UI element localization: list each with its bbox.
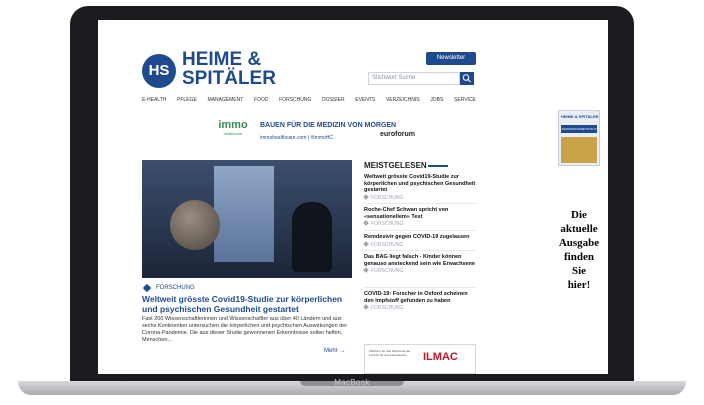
divider	[364, 230, 476, 231]
coronavirus-illustration	[170, 200, 220, 250]
tag-icon	[363, 304, 369, 310]
immo-logo: immo	[218, 119, 248, 131]
banner-ad-url: immohealthcare.com | #ImmoHC	[260, 135, 333, 141]
person-silhouette	[292, 202, 332, 272]
hero-image[interactable]	[142, 160, 352, 278]
nav-item-e-health[interactable]: E-HEALTH	[142, 97, 166, 107]
nav-item-management[interactable]: MANAGEMENT	[207, 97, 243, 107]
list-item-category-label: FORSCHUNG	[371, 305, 404, 311]
magazine-cover-image	[561, 137, 597, 163]
banner-ad-headline: BAUEN FÜR DIE MEDIZIN VON MORGEN	[260, 122, 397, 129]
list-item[interactable]: Weltweit grösste Covid19-Studie zur körp…	[363, 174, 476, 201]
side-ad-line: hier!	[567, 279, 591, 291]
list-item-category: FORSCHUNG	[363, 193, 476, 201]
article-excerpt: Fast 200 Wissenschaftlerinnen und Wissen…	[142, 316, 348, 343]
newsletter-button[interactable]: Newsletter	[426, 52, 476, 65]
search-button[interactable]	[460, 72, 474, 85]
immo-logo-sub: healthcare	[223, 131, 243, 136]
side-ad-line: Sie	[571, 265, 587, 277]
search-icon	[462, 74, 471, 83]
magazine-side-ad[interactable]: HEIME & SPITÄLER INNOVATIONSMOTOR IT Die…	[554, 104, 604, 340]
nav-item-events[interactable]: EVENTS	[355, 97, 375, 107]
list-item[interactable]: Remdesivir gegen COVID-19 zugelassen FOR…	[363, 234, 476, 248]
tag-icon	[363, 220, 369, 226]
list-item-title[interactable]: COVID-19: Forscher in Oxford scheinen de…	[364, 291, 476, 304]
list-item[interactable]: Das BAG liegt falsch - Kinder können gen…	[363, 254, 476, 274]
article-title[interactable]: Weltweit grösste Covid19-Studie zur körp…	[142, 294, 352, 314]
logo-line-2: SPITÄLER	[182, 68, 276, 89]
tag-icon	[142, 283, 152, 293]
main-navigation: E-HEALTH PFLEGE MANAGEMENT FOOD FORSCHUN…	[142, 97, 476, 107]
nav-item-service[interactable]: SERVICE	[454, 97, 476, 107]
list-item-title[interactable]: Weltweit grösste Covid19-Studie zur körp…	[364, 174, 476, 194]
list-item-category: FORSCHUNG	[363, 267, 476, 274]
divider	[364, 203, 476, 204]
meistgelesen-heading: MEISTGELESEN	[364, 161, 427, 170]
list-item-title[interactable]: Roche-Chef Schwan spricht von «sensation…	[364, 207, 476, 220]
side-ad-line: Die	[571, 209, 587, 221]
list-item-category: FORSCHUNG	[363, 240, 476, 248]
list-item-category: FORSCHUNG	[363, 220, 476, 227]
list-item-category-label: FORSCHUNG	[371, 268, 404, 274]
logo-line-1: HEIME &	[182, 49, 262, 70]
nav-item-verzeichnis[interactable]: VERZEICHNIS	[386, 97, 420, 107]
list-item-category-label: FORSCHUNG	[371, 241, 404, 248]
side-ad-line: finden	[564, 251, 594, 263]
side-ad-line: aktuelle	[560, 223, 598, 235]
tag-icon	[363, 240, 369, 247]
ilmac-ad-text: Plattform für das Werkzeug der Forschung…	[369, 349, 411, 357]
divider	[364, 250, 476, 251]
magazine-cover: HEIME & SPITÄLER INNOVATIONSMOTOR IT	[558, 110, 600, 166]
side-ad-line: Ausgabe	[558, 237, 600, 249]
magazine-logo: HEIME & SPITÄLER	[561, 114, 599, 119]
site-logo-mark[interactable]: HS	[142, 54, 176, 88]
ilmac-logo: ILMAC	[423, 351, 458, 363]
tag-icon	[363, 193, 369, 200]
more-link[interactable]: Mehr →	[324, 348, 360, 354]
nav-item-jobs[interactable]: JOBS	[430, 97, 443, 107]
tag-icon	[363, 267, 369, 273]
list-item[interactable]: COVID-19: Forscher in Oxford scheinen de…	[363, 291, 476, 311]
nav-item-dossier[interactable]: DOSSIER	[322, 97, 345, 107]
euroforum-logo: euroforum	[380, 131, 415, 138]
article-category[interactable]: FORSCHUNG	[156, 285, 195, 291]
site-logo-text[interactable]: HEIME & SPITÄLER	[182, 50, 292, 88]
magazine-band: INNOVATIONSMOTOR IT	[561, 125, 597, 133]
list-item-category: FORSCHUNG	[363, 304, 476, 311]
side-ad-text: Die aktuelle Ausgabe finden Sie hier!	[556, 208, 602, 292]
ilmac-ad[interactable]: Plattform für das Werkzeug der Forschung…	[364, 344, 476, 374]
immo-healthcare-banner-ad[interactable]: immo healthcare BAUEN FÜR DIE MEDIZIN VO…	[214, 119, 430, 151]
list-item[interactable]: Roche-Chef Schwan spricht von «sensation…	[363, 207, 476, 227]
nav-item-pflege[interactable]: PFLEGE	[177, 97, 197, 107]
nav-item-forschung[interactable]: FORSCHUNG	[279, 97, 311, 107]
list-item-category-label: FORSCHUNG	[371, 194, 404, 201]
list-item-title[interactable]: Das BAG liegt falsch - Kinder können gen…	[364, 254, 476, 267]
divider	[364, 287, 476, 288]
search-input[interactable]: Stichwort Suche	[368, 72, 460, 85]
browser-screen: HS HEIME & SPITÄLER Newsletter Stichwort…	[98, 20, 608, 374]
nav-item-food[interactable]: FOOD	[254, 97, 268, 107]
heading-accent-line	[428, 165, 448, 167]
list-item-title[interactable]: Remdesivir gegen COVID-19 zugelassen	[364, 234, 476, 241]
list-item-category-label: FORSCHUNG	[371, 221, 404, 227]
hero-window	[214, 166, 274, 262]
device-brand-label: MacBook	[334, 378, 370, 387]
